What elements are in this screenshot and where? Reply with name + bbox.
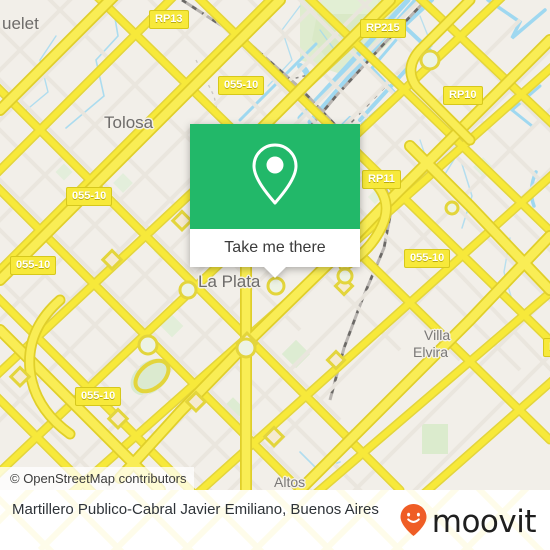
popup-cta-label: Take me there — [224, 239, 326, 256]
road-shield-05510-d[interactable]: 055-10 — [404, 249, 451, 268]
map-pin-icon — [248, 141, 302, 212]
road-shield-05510-b[interactable]: 055-10 — [66, 187, 113, 206]
road-shield-rp11[interactable]: RP11 — [362, 170, 401, 189]
road-shield-rp10[interactable]: RP10 — [443, 86, 483, 105]
destination-popup-card[interactable]: Take me there — [190, 124, 360, 278]
moovit-map-screenshot: uelet Tolosa La Plata Villa Elvira Altos… — [0, 0, 550, 550]
popup-body — [190, 124, 360, 229]
bottom-info-bar: Martillero Publico-Cabral Javier Emilian… — [0, 490, 550, 550]
popup-pointer — [264, 267, 286, 278]
road-shield-rp13[interactable]: RP13 — [149, 10, 189, 29]
moovit-smiling-pin-icon — [399, 503, 428, 542]
osm-attribution[interactable]: © OpenStreetMap contributors — [0, 467, 194, 490]
popup-cta[interactable]: Take me there — [190, 229, 360, 267]
road-shield-05510-e[interactable]: 055-10 — [75, 387, 122, 406]
road-shield-05510-a[interactable]: 055-10 — [218, 76, 265, 95]
moovit-brand-logo[interactable]: moovit — [399, 503, 537, 542]
moovit-wordmark: moovit — [431, 504, 537, 540]
map-canvas[interactable]: uelet Tolosa La Plata Villa Elvira Altos… — [0, 0, 550, 490]
road-shield-right-clip[interactable]: R — [543, 338, 550, 357]
road-shield-05510-c[interactable]: 055-10 — [10, 256, 57, 275]
road-shield-rp215[interactable]: RP215 — [360, 19, 406, 38]
location-title: Martillero Publico-Cabral Javier Emilian… — [12, 501, 379, 518]
